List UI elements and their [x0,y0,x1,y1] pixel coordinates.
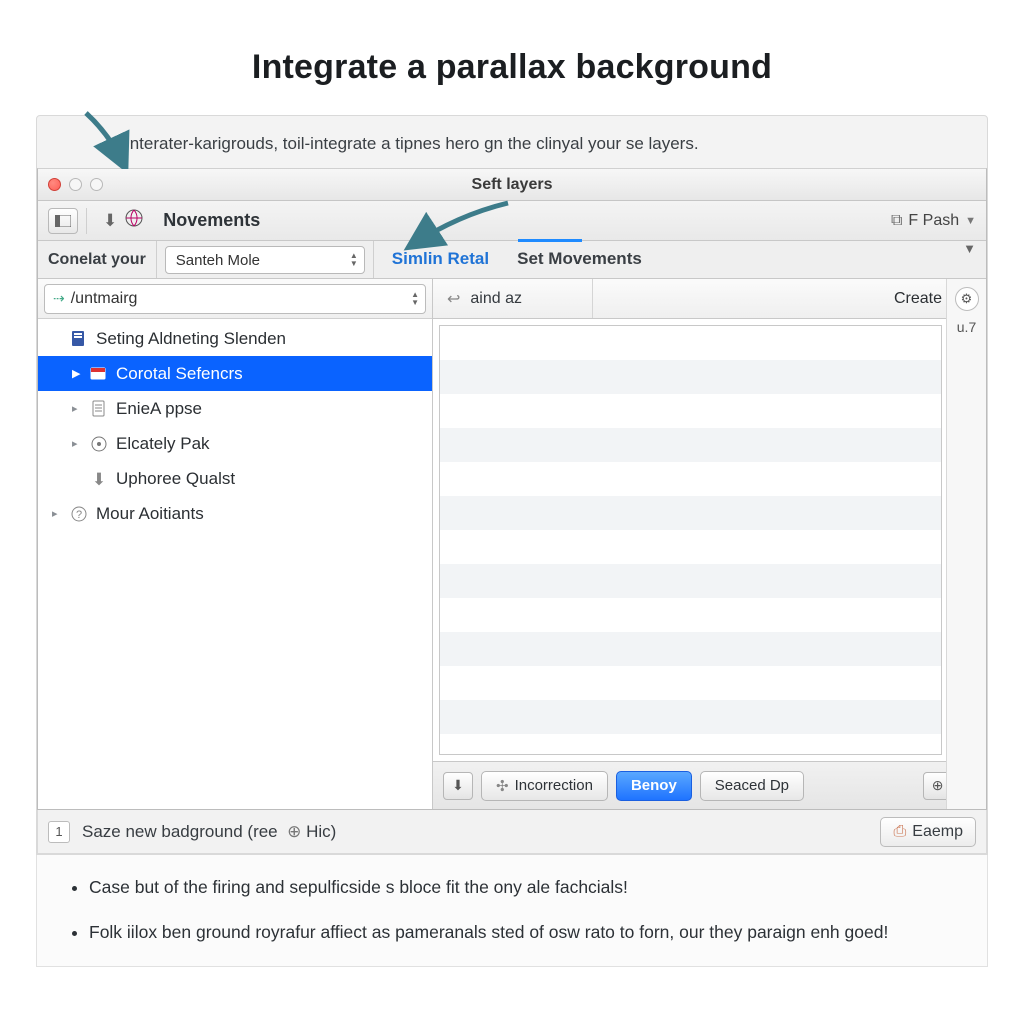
button-label: Eaemp [912,823,963,841]
filter-select-value: Santeh Mole [176,252,260,269]
tree-label: Mour Aoitiants [96,504,204,524]
column-create-label[interactable]: Create [894,290,942,308]
tree-item-seting[interactable]: Seting Aldneting Slenden [38,321,432,356]
filter-label: Conelat your [38,241,157,278]
path-value: /untmairg [71,290,138,307]
tree-label: Elcately Pak [116,434,210,454]
download-icon[interactable]: ⬇ [103,211,117,231]
intro-text: Interater-karigrouds, toil-integrate a t… [37,116,987,168]
chevron-down-icon[interactable]: ▼ [965,215,976,227]
right-gutter: ⚙ u.7 [946,279,986,809]
tree-label: Corotal Sefencrs [116,364,243,384]
window-controls[interactable] [38,178,103,191]
status-bar: 1 Saze new badground (ree ⊕ Hic) ⎙ Eaemp [37,810,987,854]
tree-label: EnieA ppse [116,399,202,419]
module-icon [90,365,108,383]
app-window: Seft layers ⬇ Novements ⧉ F Pash [37,168,987,810]
path-input[interactable]: ⇢ /untmairg ▲▼ [44,284,426,314]
page-title: Integrate a parallax background [36,48,988,87]
window-title: Seft layers [38,176,986,194]
toolbar-section-label: Novements [163,210,260,231]
zoom-dot-icon[interactable] [90,178,103,191]
tree-item-corotal[interactable]: ▶ Corotal Sefencrs [38,356,432,391]
column-header-label: aind az [470,290,522,308]
caret-right-icon: ▸ [72,402,82,415]
button-label: Incorrection [515,777,593,794]
download-small-icon: ⬇ [90,470,108,488]
caret-right-icon: ▸ [52,507,62,520]
status-text: Saze new badground (ree ⊕ Hic) [82,822,336,842]
help-icon: ? [70,505,88,523]
tag-small-icon: ✣ [496,777,509,795]
tabs-overflow-icon[interactable]: ▼ [963,241,986,278]
benoy-primary-button[interactable]: Benoy [616,771,692,801]
tree-item-elcately[interactable]: ▸ Elcately Pak [38,426,432,461]
plus-circle-icon[interactable]: ⊕ [287,822,301,841]
globe-icon[interactable] [125,209,143,232]
footer-download-button[interactable]: ⬇ [443,772,473,800]
close-dot-icon[interactable] [48,178,61,191]
sidebar-tree: Seting Aldneting Slenden ▶ Corotal Sefen… [38,319,432,809]
gutter-version: u.7 [957,319,976,335]
tree-label: Seting Aldneting Slenden [96,329,286,349]
path-stepper-icon[interactable]: ▲▼ [411,291,419,307]
print-icon: ⎙ [893,823,906,841]
notes-list: Case but of the firing and sepulficside … [36,855,988,967]
tree-item-eniea[interactable]: ▸ EnieA ppse [38,391,432,426]
step-number: 1 [48,821,70,843]
tab-set-movements[interactable]: Set Movements [513,241,646,278]
seaced-button[interactable]: Seaced Dp [700,771,804,801]
tree-item-mour[interactable]: ▸ ? Mour Aoitiants [38,496,432,531]
disk-icon [90,435,108,453]
note-item: Case but of the firing and sepulficside … [89,875,947,900]
back-small-icon: ↩ [447,289,460,309]
page-icon [90,400,108,418]
panel-toggle-button[interactable] [48,208,78,234]
caret-right-icon: ▸ [72,437,82,450]
eaemp-button[interactable]: ⎙ Eaemp [880,817,976,847]
tab-simlin-retal[interactable]: Simlin Retal [388,241,493,278]
path-scheme-icon: ⇢ [53,290,65,306]
note-item: Folk iilox ben ground royrafur affiect a… [89,920,947,945]
stepper-icon[interactable]: ▲▼ [350,252,358,268]
column-header-1[interactable]: ↩ aind az [433,279,593,318]
doc-badge-icon [70,330,88,348]
minimize-dot-icon[interactable] [69,178,82,191]
tree-label: Uphoree Qualst [116,469,235,489]
tree-item-uphoree[interactable]: ⬇ Uphoree Qualst [38,461,432,496]
svg-text:?: ? [76,509,82,521]
incorrection-button[interactable]: ✣ Incorrection [481,771,608,801]
caret-right-icon: ▶ [72,367,82,380]
results-grid[interactable] [439,325,942,755]
filter-select[interactable]: Santeh Mole ▲▼ [165,246,365,274]
layout-icon[interactable]: ⧉ [891,212,902,230]
toolbar-right-label: F Pash [908,212,959,230]
gear-icon[interactable]: ⚙ [955,287,979,311]
